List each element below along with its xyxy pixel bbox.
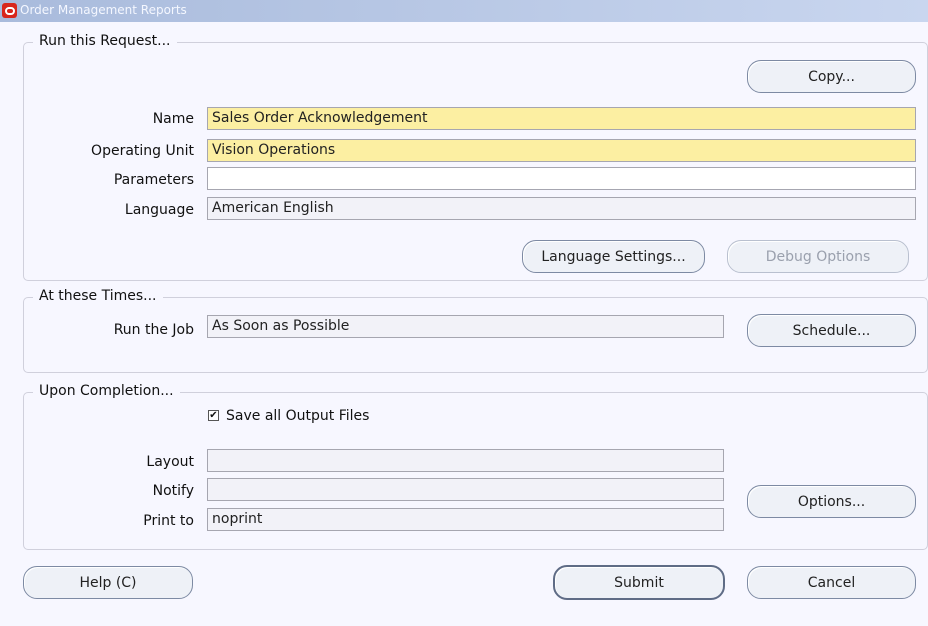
operating-unit-label: Operating Unit	[91, 143, 194, 159]
name-label: Name	[152, 111, 194, 127]
layout-field[interactable]	[207, 449, 724, 472]
operating-unit-field[interactable]: Vision Operations	[207, 139, 916, 162]
submit-button[interactable]: Submit	[553, 565, 725, 600]
schedule-button[interactable]: Schedule...	[747, 314, 916, 347]
run-job-label: Run the Job	[113, 322, 194, 338]
window-title: Order Management Reports	[20, 3, 187, 17]
help-button[interactable]: Help (C)	[23, 566, 193, 599]
debug-options-button[interactable]: Debug Options	[727, 240, 909, 273]
notify-field[interactable]	[207, 478, 724, 501]
layout-label: Layout	[146, 454, 194, 470]
language-field[interactable]: American English	[207, 197, 916, 220]
language-settings-button[interactable]: Language Settings...	[522, 240, 705, 273]
title-bar: Order Management Reports	[0, 0, 928, 22]
save-output-label[interactable]: Save all Output Files	[226, 408, 369, 424]
notify-label: Notify	[152, 483, 194, 499]
copy-button[interactable]: Copy...	[747, 60, 916, 93]
parameters-field[interactable]	[207, 167, 916, 190]
cancel-button[interactable]: Cancel	[747, 566, 916, 599]
parameters-label: Parameters	[113, 172, 194, 188]
options-button[interactable]: Options...	[747, 485, 916, 518]
oracle-logo-icon	[2, 3, 17, 18]
request-window: Order Management Reports Run this Reques…	[0, 0, 928, 626]
print-to-label: Print to	[143, 513, 194, 529]
save-output-checkbox[interactable]: ✔	[208, 410, 219, 421]
at-times-group-title: At these Times...	[33, 288, 163, 304]
name-field[interactable]: Sales Order Acknowledgement	[207, 107, 916, 130]
print-to-field[interactable]: noprint	[207, 508, 724, 531]
run-job-field[interactable]: As Soon as Possible	[207, 315, 724, 338]
language-label: Language	[124, 202, 194, 218]
upon-completion-group-title: Upon Completion...	[33, 383, 180, 399]
run-request-group-title: Run this Request...	[33, 33, 177, 49]
